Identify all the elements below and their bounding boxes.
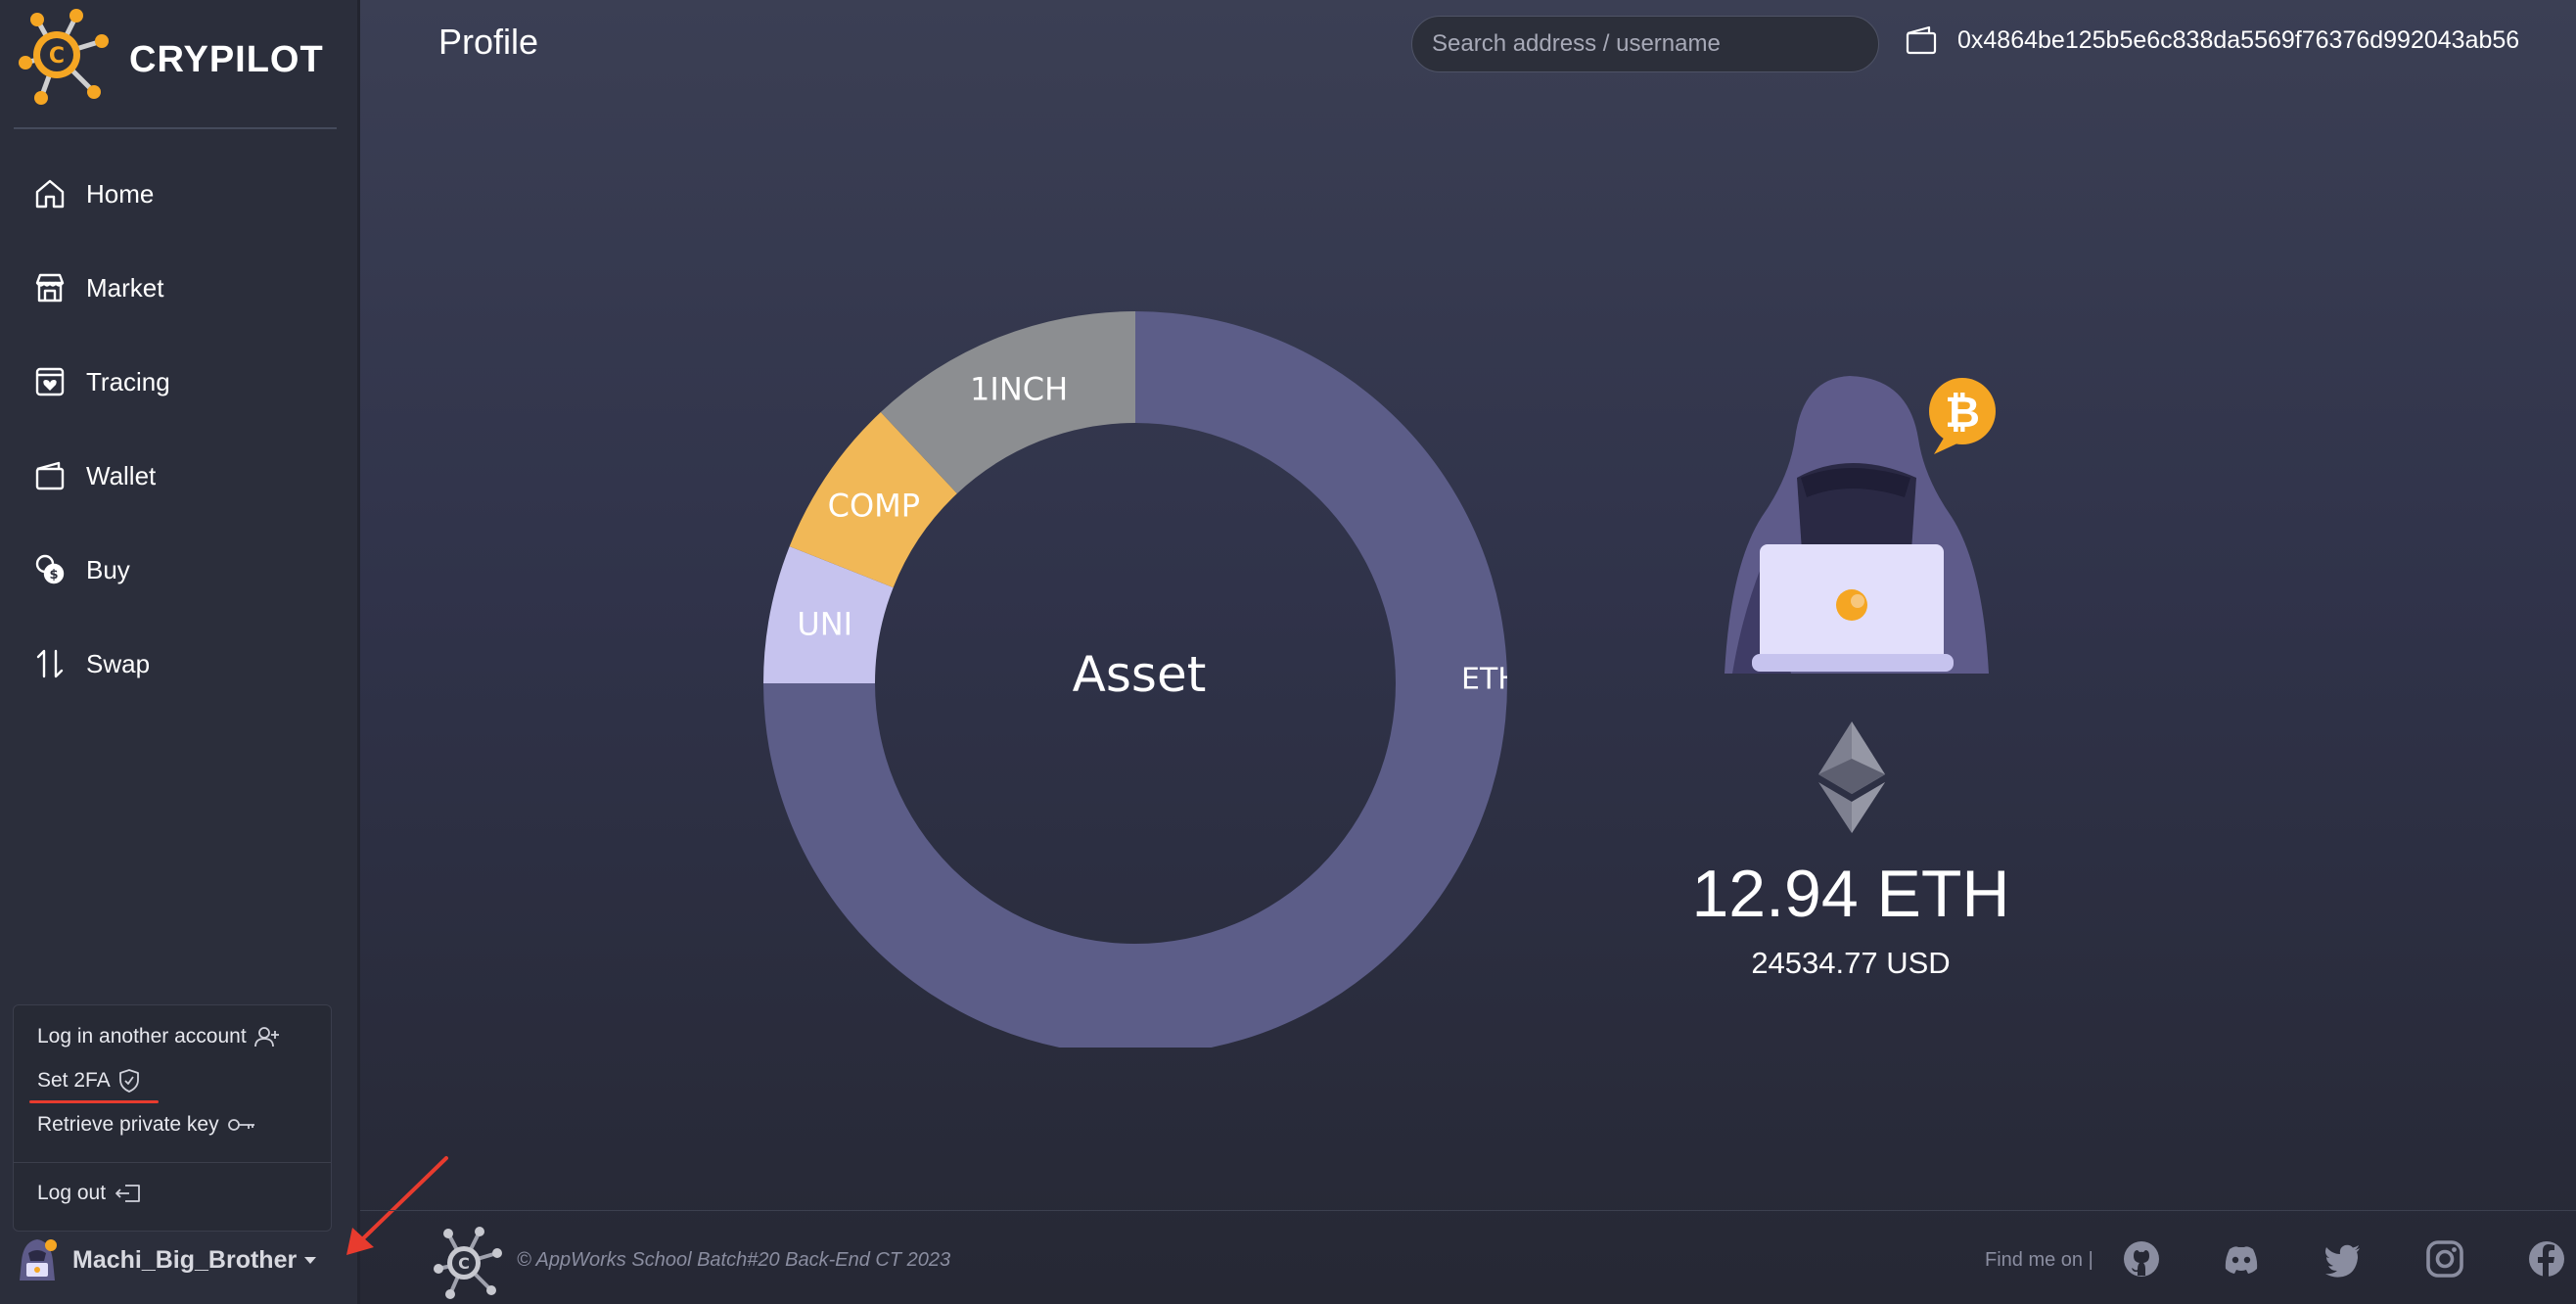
slice-label-eth: ETH [1461,662,1507,696]
chevron-down-icon [304,1256,317,1264]
crypilot-logo-icon: C [19,9,109,105]
home-icon [35,179,65,209]
login-another-account-item[interactable]: Log in another account [37,1025,280,1048]
sidebar-item-label: Swap [86,648,151,678]
svg-text:$: $ [49,568,58,582]
find-me-label: Find me on | [1985,1249,2093,1271]
app-logo[interactable]: C CRYPILOT [12,6,324,114]
sidebar: C CRYPILOT Home Market Tracing Wallet $ … [0,0,360,1304]
add-user-icon [253,1027,279,1048]
sidebar-item-tracing[interactable]: Tracing [0,335,357,429]
menu-item-label: Log in another account [37,1025,247,1048]
set-2fa-item[interactable]: Set 2FA [37,1068,140,1094]
facebook-icon[interactable] [2527,1239,2566,1279]
sidebar-item-home[interactable]: Home [0,147,357,241]
sidebar-item-buy[interactable]: $ Buy [0,523,357,617]
slice-label-1inch: 1INCH [970,371,1068,408]
app-name: CRYPILOT [129,38,324,80]
footer-divider [360,1210,2576,1211]
wallet-icon [1906,25,1937,55]
retrieve-private-key-item[interactable]: Retrieve private key [37,1113,256,1137]
logout-item[interactable]: Log out [37,1182,143,1205]
slice-label-comp: COMP [828,487,920,524]
sidebar-item-label: Buy [86,554,130,584]
buy-icon: $ [35,554,65,584]
svg-text:C: C [49,44,65,69]
usd-balance: 24534.77 USD [1751,946,1951,980]
menu-item-label: Retrieve private key [37,1113,219,1136]
sidebar-item-market[interactable]: Market [0,241,357,335]
sidebar-divider [14,127,337,129]
menu-item-label: Set 2FA [37,1069,111,1092]
page-title: Profile [438,22,539,62]
footer-copyright: © AppWorks School Batch#20 Back-End CT 2… [517,1249,951,1271]
menu-divider [14,1162,331,1163]
market-icon [35,273,65,303]
user-menu-toggle[interactable]: Machi_Big_Brother [16,1237,317,1282]
sidebar-item-label: Tracing [86,366,170,396]
asset-donut-chart: Asset ETH UNI COMP 1INCH [763,311,1520,1055]
chart-title: Asset [1073,646,1207,703]
username: Machi_Big_Brother [72,1245,298,1274]
twitter-icon[interactable] [2323,1239,2363,1279]
account-menu: Log in another account Set 2FA Retrieve … [13,1004,332,1232]
wallet-address-text: 0x4864be125b5e6c838da5569f76376d992043ab… [1957,25,2520,54]
github-icon[interactable] [2122,1239,2161,1279]
wallet-icon [35,461,65,490]
menu-item-label: Log out [37,1182,107,1204]
sidebar-item-label: Home [86,178,155,209]
shield-check-icon [118,1069,139,1093]
search-input[interactable] [1411,16,1879,72]
sidebar-item-swap[interactable]: Swap [0,617,357,711]
swap-icon [36,649,64,678]
svg-text:C: C [458,1254,470,1273]
hacker-illustration: ₿ [1725,376,1996,674]
slice-label-uni: UNI [797,605,852,642]
sidebar-item-label: Wallet [86,460,157,490]
logout-icon [115,1185,140,1202]
ethereum-icon [1818,722,1885,833]
discord-icon[interactable] [2222,1239,2261,1279]
instagram-icon[interactable] [2425,1239,2464,1279]
avatar [20,1239,57,1281]
key-icon [227,1119,254,1131]
eth-balance: 12.94 ETH [1691,857,2010,931]
sidebar-item-wallet[interactable]: Wallet [0,429,357,523]
footer-logo-icon: C [434,1227,502,1299]
sidebar-item-label: Market [86,272,164,303]
tracing-icon [35,367,65,396]
wallet-address[interactable]: 0x4864be125b5e6c838da5569f76376d992043ab… [1905,25,2519,55]
svg-text:₿: ₿ [1945,388,1980,438]
asset-chart: Asset ETH UNI COMP 1INCH [763,303,1520,1055]
sidebar-nav: Home Market Tracing Wallet $ Buy Swap [0,147,357,711]
annotation-underline [29,1100,159,1103]
